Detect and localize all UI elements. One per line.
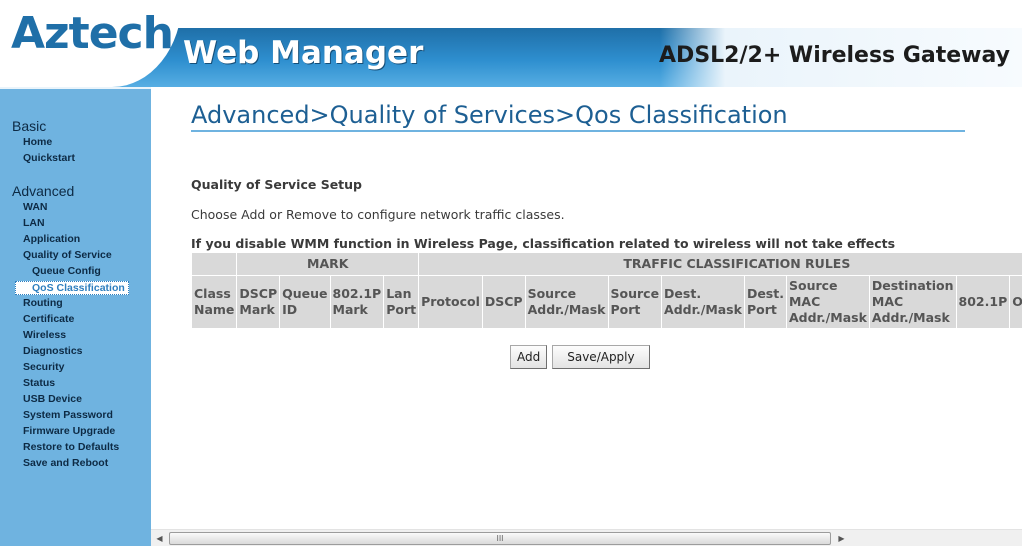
column-header-line: Addr./Mask — [788, 310, 867, 325]
sidebar-item-queue-config[interactable]: Queue Config — [32, 265, 101, 277]
sidebar-item-system-password[interactable]: System Password — [23, 409, 113, 421]
main-content: Advanced>Quality of Services>Qos Classif… — [151, 87, 1022, 529]
column-header: Source MAC Addr./Mask — [786, 276, 869, 328]
scroll-right-arrow-icon[interactable]: ▶ — [835, 532, 848, 545]
column-header-line: Destination — [871, 278, 954, 293]
column-header: Source Addr./Mask — [525, 276, 608, 328]
column-header: Protocol — [419, 276, 482, 328]
table-column-header-row: Class Name DSCP Mark Queue ID 802.1P Mark Lan Por… — [192, 276, 1022, 328]
column-header-line: Class — [194, 286, 231, 301]
column-header-line: Port — [746, 302, 777, 317]
column-header: Dest. Port — [744, 276, 786, 328]
column-header-line: Addr./Mask — [664, 302, 742, 317]
action-buttons: Add Save/Apply — [510, 345, 650, 369]
sidebar-item-routing[interactable]: Routing — [23, 297, 63, 309]
table-group-header-row: MARK TRAFFIC CLASSIFICATION RULES — [192, 253, 1022, 275]
column-header-line: DSCP — [239, 286, 278, 301]
column-header: 802.1P Mark — [330, 276, 384, 328]
sidebar-section-advanced: Advanced — [12, 183, 75, 199]
column-header: Class Name — [192, 276, 237, 328]
scrollbar-thumb[interactable]: III — [169, 532, 831, 545]
column-header-line: Protocol — [421, 294, 480, 309]
column-header-line: Source — [527, 286, 577, 301]
column-header-line: Port — [610, 302, 641, 317]
column-header: Order — [1010, 276, 1022, 328]
column-header-line: Addr./Mask — [527, 302, 606, 317]
sidebar-item-diagnostics[interactable]: Diagnostics — [23, 345, 83, 357]
group-header-mark: MARK — [237, 253, 419, 275]
sidebar-item-application[interactable]: Application — [23, 233, 80, 245]
column-header-line: Addr./Mask — [871, 310, 950, 325]
sidebar-item-wireless[interactable]: Wireless — [23, 329, 66, 341]
sidebar-section-basic: Basic — [12, 118, 47, 134]
sidebar: Basic Home Quickstart Advanced WAN LAN A… — [0, 87, 151, 546]
column-header-line: 802.1P — [332, 286, 382, 301]
column-header-line: Lan — [386, 286, 412, 301]
sidebar-item-wan[interactable]: WAN — [23, 201, 48, 213]
column-header: Dest. Addr./Mask — [662, 276, 744, 328]
brand-logo: Aztech — [11, 8, 174, 59]
sidebar-item-certificate[interactable]: Certificate — [23, 313, 74, 325]
column-header-line: MAC — [871, 294, 904, 309]
horizontal-scrollbar[interactable]: ◀ III ▶ — [151, 529, 1022, 546]
column-header-line: MAC — [788, 294, 821, 309]
column-header-line: Source — [610, 286, 660, 301]
column-header-line: Mark — [332, 302, 368, 317]
column-header: Source Port — [608, 276, 662, 328]
column-header: Lan Port — [384, 276, 419, 328]
column-header-line: Dest. — [746, 286, 784, 301]
qos-classification-table: MARK TRAFFIC CLASSIFICATION RULES Class N… — [191, 252, 1022, 329]
instructions-text: Choose Add or Remove to configure networ… — [191, 207, 565, 222]
sidebar-bottom-fill — [0, 529, 151, 546]
sidebar-item-restore-defaults[interactable]: Restore to Defaults — [23, 441, 119, 453]
column-header-line: Dest. — [664, 286, 702, 301]
header-banner: Aztech Web Manager ADSL2/2+ Wireless Gat… — [0, 0, 1022, 87]
column-header: 802.1P — [956, 276, 1010, 328]
save-apply-button[interactable]: Save/Apply — [552, 345, 650, 369]
sidebar-item-status[interactable]: Status — [23, 377, 55, 389]
column-header-line: Name — [194, 302, 235, 317]
add-button[interactable]: Add — [510, 345, 548, 369]
scroll-left-arrow-icon[interactable]: ◀ — [153, 532, 166, 545]
app-title: Web Manager — [183, 35, 424, 71]
column-header-line: Queue — [282, 286, 328, 301]
title-divider — [191, 130, 965, 132]
sidebar-item-quality-of-service[interactable]: Quality of Service — [23, 249, 112, 261]
sidebar-item-security[interactable]: Security — [23, 361, 64, 373]
group-header-blank — [192, 253, 237, 275]
sidebar-item-save-reboot[interactable]: Save and Reboot — [23, 457, 108, 469]
wmm-warning-text: If you disable WMM function in Wireless … — [191, 236, 896, 251]
column-header-line: DSCP — [484, 294, 523, 309]
column-header-line: Mark — [239, 302, 275, 317]
sidebar-item-quickstart[interactable]: Quickstart — [23, 152, 75, 164]
group-header-traffic-rules: TRAFFIC CLASSIFICATION RULES — [419, 253, 1022, 275]
scrollbar-grip-icon: III — [496, 534, 504, 543]
column-header: Queue ID — [280, 276, 330, 328]
column-header: Destination MAC Addr./Mask — [869, 276, 956, 328]
sidebar-item-usb-device[interactable]: USB Device — [23, 393, 82, 405]
sidebar-item-home[interactable]: Home — [23, 136, 52, 148]
column-header-line: 802.1P — [958, 294, 1008, 309]
column-header-line: ID — [282, 302, 298, 317]
column-header-line: Source — [788, 278, 838, 293]
sidebar-item-firmware-upgrade[interactable]: Firmware Upgrade — [23, 425, 115, 437]
column-header: DSCP — [482, 276, 525, 328]
sidebar-item-qos-classification[interactable]: QoS Classification — [15, 281, 129, 295]
sidebar-item-lan[interactable]: LAN — [23, 217, 45, 229]
column-header-line: Order — [1012, 294, 1022, 309]
column-header: DSCP Mark — [237, 276, 280, 328]
column-header-line: Port — [386, 302, 417, 317]
device-subtitle: ADSL2/2+ Wireless Gateway — [659, 43, 1010, 68]
setup-heading: Quality of Service Setup — [191, 177, 363, 192]
page-title: Advanced>Quality of Services>Qos Classif… — [191, 101, 788, 129]
